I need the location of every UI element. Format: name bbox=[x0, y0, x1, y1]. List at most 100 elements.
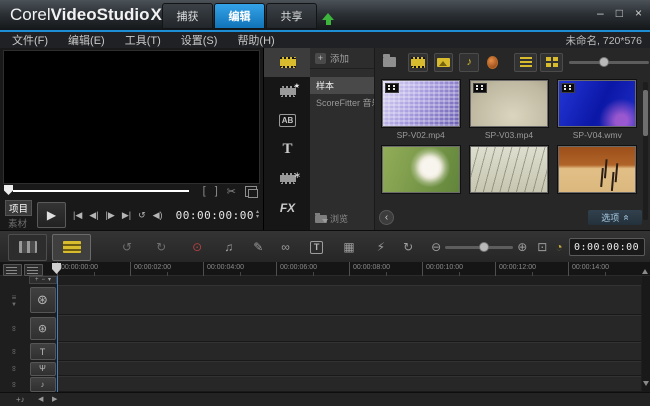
record-capture-button[interactable]: ⊙ bbox=[192, 241, 202, 253]
video-track-lane[interactable] bbox=[57, 285, 641, 315]
menu-help[interactable]: 帮助(H) bbox=[237, 32, 274, 48]
add-music-track-button[interactable]: +♪ bbox=[16, 395, 25, 404]
music-track-lane[interactable] bbox=[57, 376, 641, 392]
music-track-lock[interactable]: ∞ bbox=[0, 376, 28, 392]
slider-thumb[interactable] bbox=[599, 57, 609, 67]
track-dropdown-icon[interactable]: ▼ bbox=[11, 302, 17, 308]
overlay-track-button[interactable]: ⊛ bbox=[30, 317, 56, 340]
category-instant-project[interactable]: ★ bbox=[264, 77, 311, 106]
tab-capture[interactable]: 捕获 bbox=[162, 3, 213, 29]
timecode-value[interactable]: 00:00:00:00 bbox=[176, 209, 254, 222]
list-view-button[interactable] bbox=[514, 53, 537, 72]
scrubber-handle[interactable] bbox=[4, 185, 13, 195]
minimize-button[interactable]: – bbox=[597, 6, 604, 20]
gallery-scrollbar[interactable] bbox=[643, 82, 648, 220]
mark-out-button[interactable]: ] bbox=[215, 185, 218, 197]
scroll-down-icon[interactable] bbox=[643, 381, 649, 389]
zoom-out-button[interactable]: ⊖ bbox=[431, 241, 441, 253]
sound-mixer-button[interactable]: ♫ bbox=[224, 241, 233, 253]
title-track-button[interactable]: T bbox=[30, 343, 56, 360]
tab-share[interactable]: 共享 bbox=[266, 3, 317, 29]
mode-project[interactable]: 项目 bbox=[5, 200, 32, 216]
category-media[interactable] bbox=[264, 48, 311, 77]
library-item[interactable]: SP-V04.wmv bbox=[556, 80, 639, 140]
nav-item-samples[interactable]: 样本 bbox=[310, 77, 374, 94]
scroll-right-button[interactable]: ▶ bbox=[52, 395, 57, 403]
maximize-button[interactable]: □ bbox=[616, 6, 623, 20]
menu-settings[interactable]: 设置(S) bbox=[181, 32, 218, 48]
title-track-lane[interactable] bbox=[57, 342, 641, 361]
motion-tracking-button[interactable]: ⚡ bbox=[377, 241, 385, 253]
customize-toolbar-button[interactable]: ↻ bbox=[403, 241, 413, 253]
music-track-button[interactable]: ♪ bbox=[30, 377, 56, 392]
options-button[interactable]: 选项 « bbox=[588, 210, 642, 225]
scroll-left-button[interactable]: ◀ bbox=[38, 395, 43, 403]
repeat-button[interactable]: ↺ bbox=[138, 210, 146, 221]
library-item[interactable] bbox=[556, 146, 639, 196]
close-button[interactable]: × bbox=[635, 6, 642, 20]
gallery-scroll-thumb[interactable] bbox=[643, 90, 648, 136]
add-folder-row[interactable]: + 添加 bbox=[310, 48, 374, 69]
timeline-timecode[interactable]: 0:00:00:00 bbox=[569, 238, 645, 256]
title-track-lock[interactable]: ∞ bbox=[0, 342, 28, 361]
undo-button[interactable]: ↺ bbox=[122, 241, 132, 253]
fit-project-button[interactable]: ⊡ bbox=[537, 241, 547, 253]
next-frame-button[interactable]: |▶ bbox=[106, 210, 115, 221]
track-menu-icon[interactable]: ▾ bbox=[48, 277, 51, 283]
category-filter[interactable]: FX bbox=[264, 193, 311, 222]
snapshot-icon[interactable] bbox=[245, 186, 257, 197]
track-menu-icon[interactable]: ≡ bbox=[12, 293, 17, 302]
menu-edit[interactable]: 编辑(E) bbox=[68, 32, 105, 48]
overlay-track-lock[interactable]: ∞ bbox=[0, 315, 28, 342]
play-button[interactable]: ▶ bbox=[37, 202, 66, 228]
split-clip-icon[interactable]: ✂ bbox=[227, 185, 236, 198]
overlay-track-lane[interactable] bbox=[57, 315, 641, 342]
all-tracks-view-button[interactable] bbox=[3, 264, 22, 276]
timecode-spinner[interactable]: ▴ ▾ bbox=[256, 210, 259, 220]
upgrade-arrow-icon[interactable] bbox=[322, 7, 334, 23]
import-folder-icon[interactable] bbox=[383, 57, 396, 67]
spinner-down-icon[interactable]: ▾ bbox=[256, 215, 259, 220]
video-track-options[interactable]: ≡ ▼ bbox=[0, 285, 28, 315]
zoom-slider-thumb[interactable] bbox=[479, 242, 489, 252]
voice-track-lock[interactable]: ∞ bbox=[0, 361, 28, 376]
split-screen-template-button[interactable]: ▦ bbox=[343, 241, 354, 253]
collapse-left-button[interactable]: ‹ bbox=[379, 210, 394, 225]
track-manager[interactable]: + − ▾ bbox=[29, 276, 57, 284]
redo-button[interactable]: ↻ bbox=[156, 241, 166, 253]
category-graphics[interactable]: ∗ bbox=[264, 164, 311, 193]
timeline-ruler[interactable]: 00:00:00:00 00:00:02:00 00:00:04:00 00:0… bbox=[0, 262, 650, 276]
library-item[interactable]: SP-V03.mp4 bbox=[467, 80, 550, 140]
menu-file[interactable]: 文件(F) bbox=[12, 32, 48, 48]
category-transition[interactable]: AB bbox=[264, 106, 311, 135]
prev-frame-button[interactable]: ◀| bbox=[89, 210, 98, 221]
filter-photos-button[interactable] bbox=[434, 53, 454, 72]
home-button[interactable]: |◀ bbox=[73, 210, 82, 221]
zoom-in-button[interactable]: ⊕ bbox=[517, 241, 527, 253]
timeline-view-button[interactable] bbox=[52, 234, 91, 261]
filter-audio-button[interactable]: ♪ bbox=[459, 53, 479, 72]
scroll-up-icon[interactable] bbox=[642, 266, 648, 274]
filter-360-icon[interactable] bbox=[487, 56, 498, 69]
voice-track-button[interactable]: Ψ bbox=[30, 362, 56, 376]
remove-track-icon[interactable]: − bbox=[41, 277, 45, 283]
library-item[interactable]: SP-V02.mp4 bbox=[379, 80, 462, 140]
mode-clip[interactable]: 素材 bbox=[5, 216, 32, 230]
nav-item-scorefitter[interactable]: ScoreFitter 音乐 bbox=[310, 94, 374, 111]
browse-button[interactable]: 浏览 bbox=[315, 212, 348, 225]
filter-videos-button[interactable] bbox=[408, 53, 428, 72]
voice-track-lane[interactable] bbox=[57, 361, 641, 376]
add-track-icon[interactable]: + bbox=[35, 277, 39, 283]
thumbnail-view-button[interactable] bbox=[540, 53, 563, 72]
video-track-button[interactable]: ⊛ bbox=[30, 287, 56, 313]
library-item[interactable] bbox=[379, 146, 462, 196]
category-title[interactable]: T bbox=[264, 135, 311, 164]
volume-button[interactable]: ◀) bbox=[153, 210, 163, 221]
subtitle-editor-button[interactable]: T bbox=[310, 241, 324, 254]
storyboard-view-button[interactable] bbox=[8, 234, 47, 261]
thumbnail-size-slider[interactable] bbox=[569, 55, 636, 69]
multicam-editor-button[interactable]: ∞ bbox=[281, 241, 290, 253]
library-item[interactable] bbox=[467, 146, 550, 196]
menu-tools[interactable]: 工具(T) bbox=[125, 32, 161, 48]
mark-in-button[interactable]: [ bbox=[203, 185, 206, 197]
